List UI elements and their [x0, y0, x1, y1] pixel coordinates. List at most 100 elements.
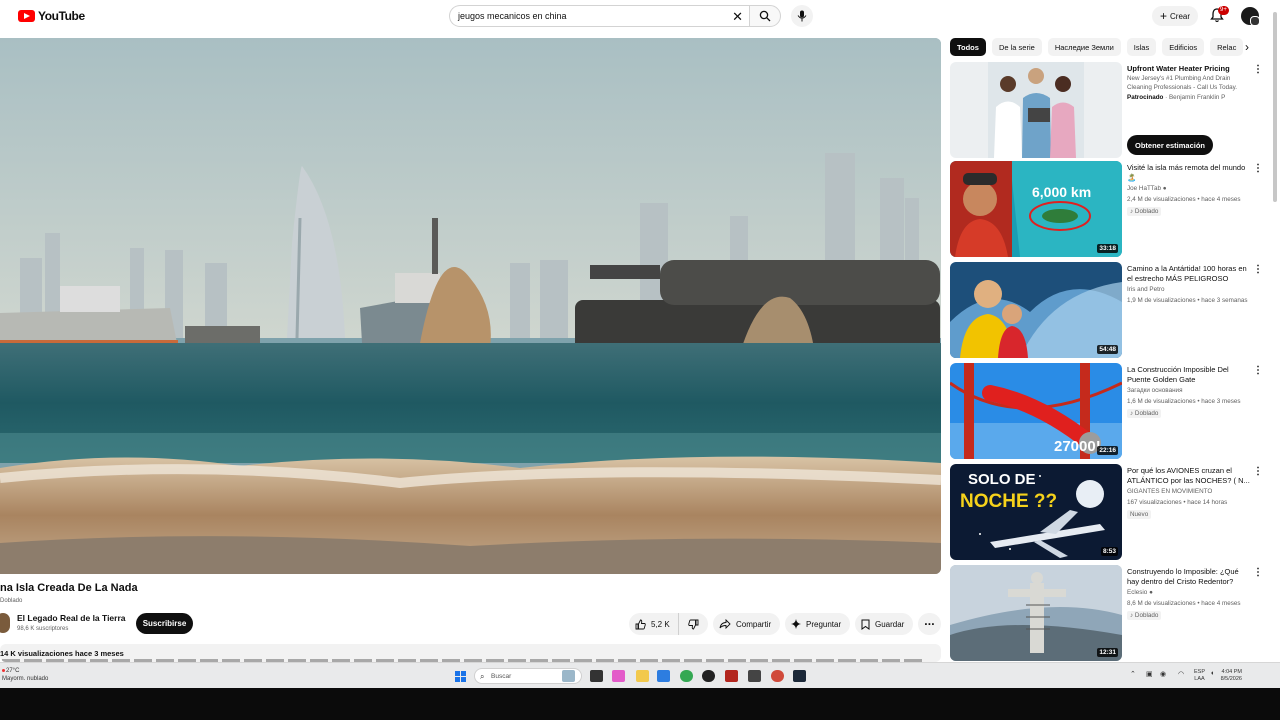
share-icon: [719, 619, 731, 629]
search-input[interactable]: jeugos mecanicos en china ✕: [449, 5, 749, 27]
tray-app-icon[interactable]: ◉: [1160, 670, 1166, 678]
related-video[interactable]: 27000! 22:16 La Construcción Imposible D…: [950, 363, 1270, 460]
related-video[interactable]: 12:31 Construyendo lo Imposible: ¿Qué ha…: [950, 565, 1270, 662]
channel-name[interactable]: GIGANTES EN MOVIMIENTO: [1127, 488, 1212, 495]
weather-temp-line: 27°C: [2, 667, 48, 675]
clear-search-icon[interactable]: ✕: [732, 9, 743, 25]
logo-text: YouTube: [38, 9, 85, 23]
like-button[interactable]: 5,2 K: [629, 613, 679, 635]
clock[interactable]: 4:04 PM 8/5/2026: [1214, 669, 1242, 683]
tray-app-icon[interactable]: ▣: [1146, 670, 1153, 678]
channel-name[interactable]: Eclesio ●: [1127, 589, 1153, 596]
channel-avatar[interactable]: [0, 613, 10, 633]
video-meta: 1,9 M de visualizaciones • hace 3 semana…: [1127, 297, 1248, 304]
sponsored-label: Patrocinado: [1127, 94, 1164, 101]
video-title[interactable]: Construyendo lo Imposible: ¿Qué hay dent…: [1127, 567, 1252, 587]
more-vertical-icon[interactable]: ⋮: [1253, 466, 1263, 477]
taskbar-search-placeholder: Buscar: [491, 672, 512, 680]
chip-de-la-serie[interactable]: De la serie: [991, 38, 1042, 56]
video-frame: [0, 38, 941, 574]
lang-line-2: LAA: [1194, 676, 1205, 682]
windows-start-icon[interactable]: [455, 671, 466, 682]
chip-edificios[interactable]: Edificios: [1162, 38, 1205, 56]
wifi-icon[interactable]: ◠: [1178, 670, 1184, 678]
voice-search-button[interactable]: [791, 5, 813, 27]
chip-islas[interactable]: Islas: [1126, 38, 1157, 56]
steam-icon[interactable]: [793, 670, 806, 682]
app-icon[interactable]: [725, 670, 738, 682]
channel-name[interactable]: Joe HaTTab ●: [1127, 185, 1167, 192]
chevron-right-icon[interactable]: ›: [1245, 40, 1249, 54]
ad-thumbnail[interactable]: [950, 62, 1122, 158]
video-title[interactable]: Camino a la Antártida! 100 horas en el e…: [1127, 264, 1252, 284]
task-view-icon[interactable]: [590, 670, 603, 682]
dub-icon: ♪: [1130, 208, 1134, 215]
subscribe-button[interactable]: Suscribirse: [136, 613, 193, 634]
chip-relac[interactable]: Relac: [1210, 38, 1244, 56]
more-vertical-icon[interactable]: ⋮: [1253, 567, 1263, 578]
channel-name[interactable]: Загадки основания: [1127, 387, 1182, 394]
youtube-play-icon: [18, 10, 35, 22]
weather-widget[interactable]: 27°C Mayorm. nublado: [2, 667, 48, 683]
ad-cta-button[interactable]: Obtener estimación: [1127, 135, 1213, 155]
keyboard-language[interactable]: ESP LAA: [1194, 669, 1205, 683]
ask-button[interactable]: Preguntar: [785, 613, 850, 635]
related-video[interactable]: 6,000 km 33:18 Visité la isla más remota…: [950, 161, 1270, 258]
video-thumbnail[interactable]: 12:31: [950, 565, 1122, 661]
chip-todos[interactable]: Todos: [950, 38, 986, 56]
video-title[interactable]: Por qué los AVIONES cruzan el ATLÁNTICO …: [1127, 466, 1252, 486]
ad-title[interactable]: Upfront Water Heater Pricing: [1127, 64, 1252, 74]
video-thumbnail[interactable]: SOLO DE NOCHE ?? 8:53: [950, 464, 1122, 560]
video-meta: 1,6 M de visualizaciones • hace 3 meses: [1127, 398, 1241, 405]
video-title[interactable]: Visité la isla más remota del mundo 🏝️: [1127, 163, 1252, 183]
video-title[interactable]: La Construcción Imposible Del Puente Gol…: [1127, 365, 1252, 385]
video-thumbnail[interactable]: 6,000 km 33:18: [950, 161, 1122, 257]
file-explorer-icon[interactable]: [636, 670, 649, 682]
video-player[interactable]: [0, 38, 941, 574]
verified-icon: ●: [1162, 185, 1167, 192]
video-meta: 167 visualizaciones • hace 14 horas: [1127, 499, 1228, 506]
share-label: Compartir: [736, 619, 772, 629]
video-thumbnail[interactable]: 27000! 22:16: [950, 363, 1122, 459]
share-button[interactable]: Compartir: [713, 613, 780, 635]
video-meta: 2,4 M de visualizaciones • hace 4 meses: [1127, 196, 1241, 203]
top-bar: YouTube jeugos mecanicos en china ✕ + Cr…: [0, 0, 1280, 32]
chrome-icon[interactable]: [680, 670, 693, 682]
sponsored-ad[interactable]: Upfront Water Heater Pricing New Jersey'…: [950, 62, 1270, 159]
more-vertical-icon[interactable]: ⋮: [1253, 64, 1263, 75]
create-label: Crear: [1170, 11, 1191, 21]
more-horizontal-icon: ···: [924, 617, 935, 631]
channel-name[interactable]: Iris and Petro: [1127, 286, 1164, 293]
duration-badge: 12:31: [1097, 648, 1118, 657]
chrome-active-icon[interactable]: [771, 670, 784, 682]
account-avatar[interactable]: [1241, 7, 1260, 26]
create-button[interactable]: + Crear: [1152, 6, 1198, 26]
youtube-logo[interactable]: YouTube: [18, 9, 85, 23]
related-video[interactable]: SOLO DE NOCHE ?? 8:53 Por qué los AVIONE…: [950, 464, 1270, 561]
subscriber-count: 98,6 K suscriptores: [17, 626, 69, 632]
edge-icon[interactable]: [657, 670, 670, 682]
media-player-icon[interactable]: [702, 670, 715, 682]
chip-nasledie-zemli[interactable]: Наследие Земли: [1047, 38, 1121, 56]
dubbed-badge-text: Doblado: [1134, 410, 1159, 417]
windows-taskbar: 27°C Mayorm. nublado ⌕ Buscar ⌃ ▣ ◉ ◠ ES…: [0, 662, 1280, 688]
related-video[interactable]: 54:48 Camino a la Antártida! 100 horas e…: [950, 262, 1270, 359]
app-icon[interactable]: [748, 670, 761, 682]
ad-image: [950, 62, 1122, 158]
search-button[interactable]: [749, 5, 781, 27]
description-box[interactable]: 14 K visualizaciones hace 3 meses: [0, 644, 941, 662]
channel-name[interactable]: El Legado Real de la Tierra: [17, 613, 126, 623]
sparkle-icon: [791, 619, 801, 629]
time: 4:04 PM: [1221, 669, 1242, 675]
save-button[interactable]: Guardar: [855, 613, 913, 635]
page-scrollbar[interactable]: [1273, 12, 1277, 202]
more-vertical-icon[interactable]: ⋮: [1253, 264, 1263, 275]
video-thumbnail[interactable]: 54:48: [950, 262, 1122, 358]
dislike-button[interactable]: [679, 619, 708, 630]
tray-chevron-icon[interactable]: ⌃: [1130, 670, 1136, 678]
search-icon: ⌕: [480, 672, 485, 681]
more-vertical-icon[interactable]: ⋮: [1253, 365, 1263, 376]
copilot-app-icon[interactable]: [612, 670, 625, 682]
more-actions-button[interactable]: ···: [918, 613, 941, 635]
more-vertical-icon[interactable]: ⋮: [1253, 163, 1263, 174]
